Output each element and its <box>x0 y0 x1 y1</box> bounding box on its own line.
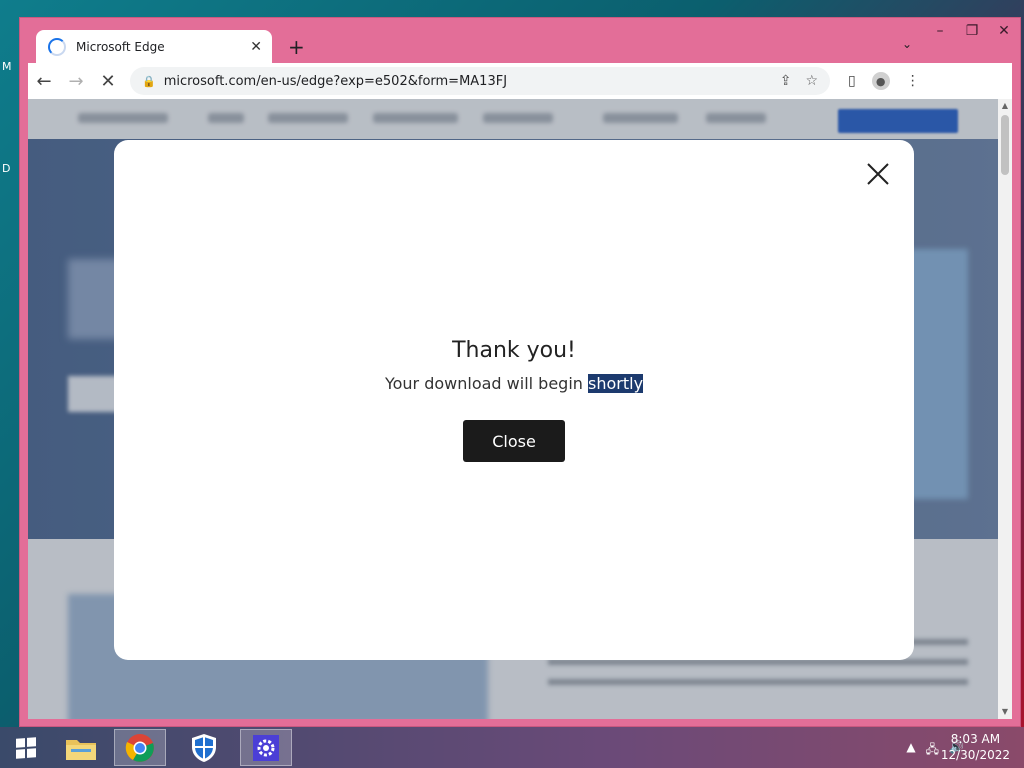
system-clock[interactable]: 8:03 AM 12/30/2022 <box>941 731 1010 763</box>
dialog-title: Thank you! <box>452 338 576 363</box>
kebab-menu-icon[interactable]: ⋮ <box>906 73 920 89</box>
browser-toolbar: ← → ✕ 🔒 microsoft.com/en-us/edge?exp=e50… <box>28 63 1012 99</box>
address-url[interactable]: microsoft.com/en-us/edge?exp=e502&form=M… <box>164 74 507 89</box>
address-bar[interactable]: 🔒 microsoft.com/en-us/edge?exp=e502&form… <box>130 67 830 95</box>
window-controls: – ❐ ✕ <box>924 18 1020 44</box>
network-icon[interactable]: 🖧 <box>926 740 939 761</box>
page-scrollbar[interactable]: ▲ ▼ <box>998 99 1012 719</box>
back-arrow-icon[interactable]: ← <box>28 71 60 92</box>
new-tab-icon[interactable]: + <box>288 35 305 59</box>
clock-date: 12/30/2022 <box>940 748 1010 762</box>
close-window-button[interactable]: ✕ <box>988 18 1020 44</box>
file-explorer-icon[interactable] <box>55 729 107 766</box>
scroll-down-icon[interactable]: ▼ <box>998 705 1012 719</box>
share-icon[interactable]: ⇪ <box>780 73 792 89</box>
minimize-button[interactable]: – <box>924 18 956 44</box>
close-button[interactable]: Close <box>463 420 565 462</box>
settings-gear-icon[interactable] <box>240 729 292 766</box>
close-icon[interactable] <box>864 160 892 188</box>
windows-defender-icon[interactable] <box>178 729 230 766</box>
clock-time: 8:03 AM <box>950 732 1001 746</box>
chrome-icon[interactable] <box>114 729 166 766</box>
dialog-message: Your download will begin shortly <box>114 374 914 393</box>
browser-tab[interactable]: Microsoft Edge ✕ <box>36 30 272 64</box>
desktop-icon-label[interactable]: M <box>2 60 12 73</box>
dialog-message-text: Your download will begin <box>384 374 588 393</box>
tab-close-icon[interactable]: ✕ <box>250 39 262 55</box>
forward-arrow-icon[interactable]: → <box>60 71 92 92</box>
tab-title: Microsoft Edge <box>76 40 165 54</box>
side-panel-icon[interactable]: ▯ <box>848 73 856 89</box>
windows-logo-icon <box>16 736 36 759</box>
show-hidden-icons-icon[interactable]: ▲ <box>906 740 915 761</box>
start-button[interactable] <box>0 729 52 766</box>
scroll-up-icon[interactable]: ▲ <box>998 99 1012 113</box>
stop-loading-icon[interactable]: ✕ <box>92 71 124 92</box>
desktop-icon-label[interactable]: D <box>2 162 10 175</box>
bookmark-star-icon[interactable]: ☆ <box>805 73 818 89</box>
lock-icon[interactable]: 🔒 <box>142 75 156 88</box>
profile-avatar-icon[interactable]: ● <box>871 72 890 90</box>
loading-spinner-icon <box>48 38 66 56</box>
download-dialog: Thank you! Your download will begin shor… <box>114 140 914 660</box>
taskbar: ▲ 🖧 🔊 8:03 AM 12/30/2022 <box>0 727 1024 768</box>
scrollbar-thumb[interactable] <box>1001 115 1009 175</box>
selected-text: shortly <box>588 374 644 393</box>
maximize-button[interactable]: ❐ <box>956 18 988 44</box>
tab-search-chevron-icon[interactable]: ⌄ <box>902 37 912 51</box>
